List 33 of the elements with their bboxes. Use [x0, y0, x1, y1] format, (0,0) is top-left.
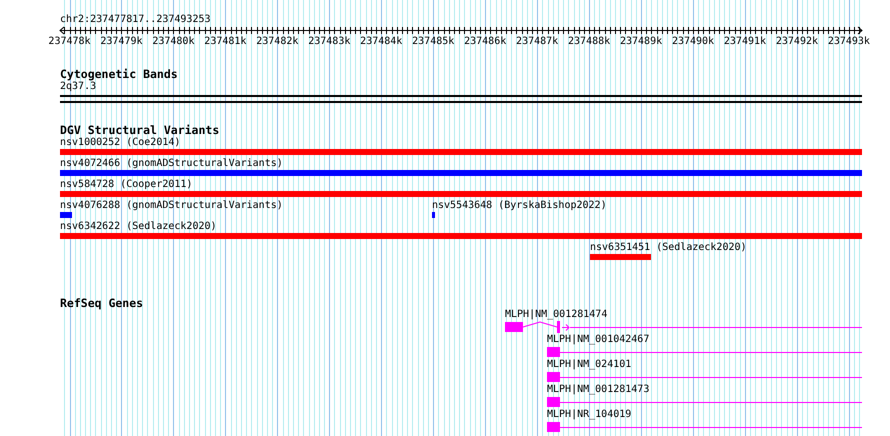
variant-label: nsv6342622 (Sedlazeck2020): [60, 221, 217, 233]
tick-label: 237492k: [776, 36, 818, 48]
tick-label: 237490k: [672, 36, 714, 48]
gene-label: MLPH|NM_001281473: [547, 384, 650, 396]
tick-label: 237485k: [412, 36, 454, 48]
variant-label: nsv4072466 (gnomADStructuralVariants): [60, 158, 283, 170]
band-label: 2q37.3: [60, 81, 98, 93]
tick-label: 237486k: [464, 36, 506, 48]
tick-label: 237478k: [48, 36, 91, 48]
tick-label: 237487k: [516, 36, 558, 48]
tick-label: 237481k: [204, 36, 246, 48]
tick-label: 237483k: [308, 36, 350, 48]
tick-label: 237482k: [256, 36, 298, 48]
variant-label: nsv1000252 (Coe2014): [60, 137, 180, 149]
gene-label: MLPH|NM_024101: [547, 359, 632, 371]
gene-label: MLPH|NM_001042467: [547, 334, 650, 346]
variant-label: nsv6351451 (Sedlazeck2020): [590, 242, 747, 254]
variant-label: nsv584728 (Cooper2011): [60, 179, 192, 191]
tick-label: 237491k: [724, 36, 766, 48]
gene-label: MLPH|NR_104019: [547, 409, 632, 421]
gene-label: MLPH|NM_001281474: [505, 309, 608, 321]
tick-label: 237493k: [828, 36, 870, 48]
tick-label: 237489k: [620, 36, 662, 48]
variant-label: nsv5543648 (ByrskaBishop2022): [432, 200, 607, 212]
tick-label: 237484k: [360, 36, 402, 48]
track-title: Cytogenetic Bands: [60, 67, 179, 81]
tick-label: 237488k: [568, 36, 610, 48]
tick-label: 237479k: [100, 36, 143, 48]
variant-label: nsv4076288 (gnomADStructuralVariants): [60, 200, 283, 212]
tick-label: 237480k: [152, 36, 194, 48]
location-label: chr2:237477817..237493253: [60, 14, 212, 26]
track-title: DGV Structural Variants: [60, 123, 220, 137]
track-title: RefSeq Genes: [60, 296, 144, 310]
